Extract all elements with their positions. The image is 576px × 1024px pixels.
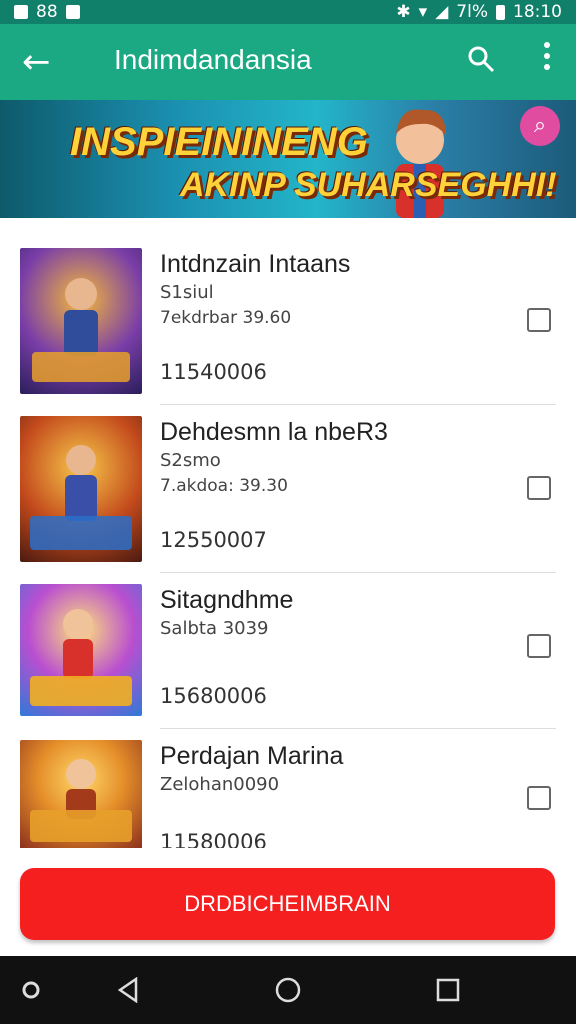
item-name: Sitagndhme: [160, 586, 294, 614]
signal-icon: ◢: [435, 2, 449, 22]
game-thumbnail: [20, 740, 142, 848]
game-thumbnail: [20, 416, 142, 562]
item-name: Intdnzain Intaans: [160, 250, 351, 278]
item-subtitle: S1siul: [160, 282, 214, 303]
search-icon[interactable]: [466, 44, 496, 82]
banner-headline: INSPIEININENG: [70, 120, 368, 164]
list-item[interactable]: Sitagndhme Salbta 3039 15680006: [0, 554, 576, 716]
list-item[interactable]: Dehdesmn la nbeR3 S2smo 7.akdoa: 39.30 1…: [0, 386, 576, 562]
battery-icon: [496, 4, 505, 20]
back-nav-icon[interactable]: [110, 956, 146, 1024]
status-time: 18:10: [513, 2, 562, 22]
system-nav-bar: [0, 956, 576, 1024]
item-checkbox[interactable]: [527, 634, 551, 658]
banner-subheadline: AKINP SUHARSEGHHI!: [180, 166, 557, 204]
battery-percent: 7l%: [456, 2, 488, 22]
game-thumbnail: [20, 248, 142, 394]
item-price: 15680006: [160, 684, 267, 708]
back-arrow-icon[interactable]: ←: [22, 42, 51, 82]
app-bar: ← Indimdandansia: [0, 24, 576, 100]
status-bar: 88 ✱ ▾ ◢ 7l% 18:10: [0, 0, 576, 24]
image-notification-icon: [65, 5, 80, 19]
more-options-icon[interactable]: [538, 42, 556, 70]
item-subtitle: S2smo: [160, 450, 221, 471]
item-price: 11540006: [160, 360, 267, 384]
item-checkbox[interactable]: [527, 476, 551, 500]
page-title: Indimdandansia: [114, 44, 312, 75]
recents-nav-icon[interactable]: [430, 956, 466, 1024]
list-item[interactable]: Intdnzain Intaans S1siul 7ekdrbar 39.60 …: [0, 218, 576, 394]
item-checkbox[interactable]: [527, 308, 551, 332]
game-thumbnail: [20, 584, 142, 716]
promo-banner[interactable]: INSPIEININENG AKINP SUHARSEGHHI! ⌕: [0, 100, 576, 218]
item-price: 12550007: [160, 528, 267, 552]
item-subtitle: Zelohan0090: [160, 774, 280, 795]
wifi-icon: ▾: [418, 2, 428, 22]
item-name: Perdajan Marina: [160, 742, 344, 770]
item-detail: 7.akdoa: 39.30: [160, 476, 288, 496]
primary-action-button[interactable]: DRDBICHEIMBRAIN: [20, 868, 555, 940]
status-left-text: 88: [36, 2, 58, 22]
home-nav-icon[interactable]: [270, 956, 306, 1024]
bluetooth-icon: ✱: [396, 2, 411, 22]
item-detail: 7ekdrbar 39.60: [160, 308, 292, 328]
list-item[interactable]: Perdajan Marina Zelohan0090 11580006: [0, 710, 576, 848]
item-price: 11580006: [160, 830, 267, 848]
item-checkbox[interactable]: [527, 786, 551, 810]
item-subtitle: Salbta 3039: [160, 618, 269, 639]
notification-icon: [14, 5, 28, 19]
banner-search-badge-icon[interactable]: ⌕: [520, 106, 560, 146]
assistant-icon[interactable]: [14, 956, 48, 1024]
item-name: Dehdesmn la nbeR3: [160, 418, 388, 446]
